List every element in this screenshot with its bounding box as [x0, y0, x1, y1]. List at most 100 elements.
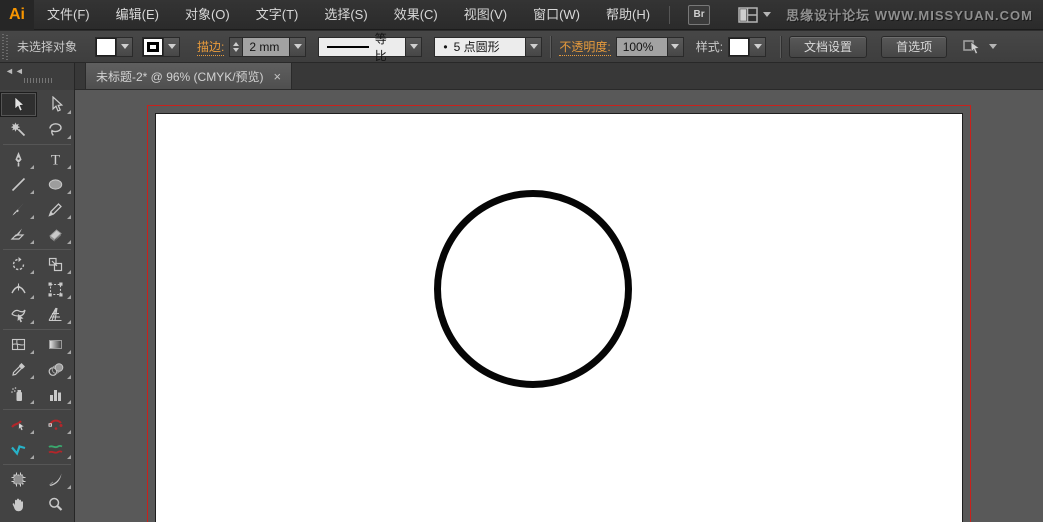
workspace-switcher[interactable] — [738, 6, 772, 23]
blend-tool[interactable] — [37, 357, 74, 382]
knife-tool[interactable] — [37, 467, 74, 492]
stroke-weight-dropdown-button[interactable] — [290, 36, 307, 57]
type-tool[interactable]: T — [37, 147, 74, 172]
style-swatch[interactable] — [729, 37, 750, 56]
lasso-tool[interactable] — [37, 117, 74, 142]
width-tool[interactable] — [0, 277, 37, 302]
eraser-tool[interactable] — [37, 222, 74, 247]
gradient-tool[interactable] — [37, 332, 74, 357]
red-brush-plugin-tool[interactable] — [0, 412, 37, 437]
bridge-button[interactable]: Br — [688, 4, 711, 25]
eyedropper-tool[interactable] — [0, 357, 37, 382]
stepper-down-icon[interactable] — [233, 47, 240, 52]
selection-tool[interactable] — [0, 92, 37, 117]
blob-brush-tool[interactable] — [0, 222, 37, 247]
menu-edit[interactable]: 编辑(E) — [103, 0, 172, 30]
tool-group-separator — [3, 144, 71, 145]
close-icon[interactable]: × — [274, 70, 282, 83]
fill-swatch[interactable] — [96, 37, 117, 56]
shape-builder-tool[interactable] — [0, 302, 37, 327]
preferences-button[interactable]: 首选项 — [881, 35, 948, 58]
line-segment-tool[interactable] — [0, 172, 37, 197]
fill-color-picker[interactable] — [95, 36, 134, 57]
zoom-icon — [49, 497, 63, 511]
stepper-up-icon[interactable] — [233, 41, 240, 46]
magic-wand-tool[interactable] — [0, 117, 37, 142]
paintbrush-tool[interactable] — [0, 197, 37, 222]
menubar-separator — [669, 5, 671, 24]
stroke-weight-stepper[interactable] — [229, 36, 243, 57]
wavy-lines-plugin-icon — [48, 444, 63, 454]
menu-file[interactable]: 文件(F) — [34, 0, 103, 30]
fill-dropdown-button[interactable] — [116, 37, 133, 56]
canvas-area[interactable] — [75, 90, 1043, 522]
wavy-lines-plugin-tool[interactable] — [37, 437, 74, 462]
chevron-down-icon — [989, 44, 998, 49]
chevron-down-icon — [671, 44, 680, 49]
rotate-tool[interactable] — [0, 252, 37, 277]
stroke-color-picker[interactable] — [142, 36, 181, 57]
perspective-grid-icon — [48, 307, 62, 322]
tools-panel-grip[interactable] — [24, 78, 52, 83]
column-graph-tool[interactable] — [37, 382, 74, 407]
panel-drag-grip[interactable] — [2, 33, 9, 60]
controlbar-separator — [550, 35, 552, 58]
document-setup-button[interactable]: 文档设置 — [789, 35, 868, 58]
select-similar-control[interactable] — [963, 38, 998, 55]
stroke-dropdown-button[interactable] — [163, 37, 180, 56]
brush-definition-select[interactable]: • 5 点圆形 — [434, 36, 527, 57]
menu-help[interactable]: 帮助(H) — [593, 0, 663, 30]
eraser-icon — [49, 229, 62, 242]
artboard-tool[interactable] — [0, 467, 37, 492]
chevron-down-icon — [120, 44, 129, 49]
menu-type[interactable]: 文字(T) — [243, 0, 312, 30]
menu-window[interactable]: 窗口(W) — [520, 0, 593, 30]
menu-bar: Ai 文件(F) 编辑(E) 对象(O) 文字(T) 选择(S) 效果(C) 视… — [0, 0, 1043, 30]
free-transform-tool[interactable] — [37, 277, 74, 302]
width-tool-icon — [11, 283, 26, 294]
line-segment-icon — [11, 177, 26, 192]
brush-dropdown-button[interactable] — [526, 36, 543, 57]
eyedropper-icon — [12, 363, 25, 376]
scale-tool[interactable] — [37, 252, 74, 277]
pen-tool[interactable] — [0, 147, 37, 172]
ellipse-tool[interactable] — [37, 172, 74, 197]
opacity-dropdown-button[interactable] — [667, 36, 684, 57]
menu-select[interactable]: 选择(S) — [311, 0, 380, 30]
blue-zigzag-plugin-icon — [11, 445, 26, 456]
graphic-style-picker[interactable] — [728, 36, 767, 57]
direct-selection-tool[interactable] — [37, 92, 74, 117]
symbol-sprayer-tool[interactable] — [0, 382, 37, 407]
pencil-tool[interactable] — [37, 197, 74, 222]
width-profile-dropdown-button[interactable] — [406, 36, 423, 57]
circle-shape[interactable] — [434, 190, 632, 388]
red-curve-plugin-tool[interactable] — [37, 412, 74, 437]
tool-group-separator — [3, 249, 71, 250]
brush-definition-value: 5 点圆形 — [453, 40, 500, 54]
opacity-panel-link[interactable]: 不透明度: — [559, 38, 611, 56]
menu-object[interactable]: 对象(O) — [172, 0, 243, 30]
blue-zigzag-plugin-tool[interactable] — [0, 437, 37, 462]
selection-tool-icon — [14, 96, 25, 112]
hand-tool[interactable] — [0, 492, 37, 517]
stroke-weight-input[interactable]: 2 mm — [242, 36, 291, 57]
width-profile-select[interactable]: 等比 — [318, 32, 407, 63]
perspective-grid-tool[interactable] — [37, 302, 74, 327]
mesh-tool[interactable] — [0, 332, 37, 357]
zoom-tool[interactable] — [37, 492, 74, 517]
pencil-icon — [48, 203, 62, 217]
symbol-sprayer-icon — [11, 387, 22, 401]
opacity-input[interactable]: 100% — [615, 36, 668, 57]
document-tab[interactable]: 未标题-2* @ 96% (CMYK/预览) × — [85, 62, 293, 89]
gradient-icon — [49, 340, 62, 349]
chevron-down-icon — [293, 44, 302, 49]
red-curve-plugin-icon — [48, 419, 63, 430]
stroke-panel-link[interactable]: 描边: — [197, 38, 225, 56]
stroke-swatch[interactable] — [143, 37, 164, 56]
chevron-down-icon — [167, 44, 176, 49]
menu-view[interactable]: 视图(V) — [451, 0, 520, 30]
menu-effect[interactable]: 效果(C) — [381, 0, 451, 30]
style-dropdown-button[interactable] — [749, 37, 766, 56]
collapse-panel-button[interactable]: ◄◄ — [5, 66, 25, 76]
artboard-icon — [11, 472, 26, 487]
